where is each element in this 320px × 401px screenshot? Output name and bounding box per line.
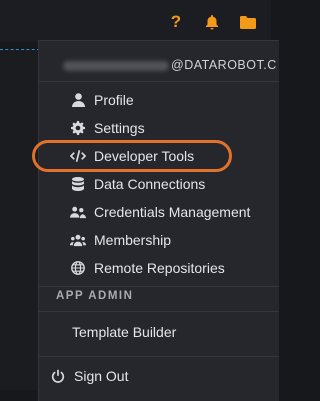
menu-item-label: Remote Repositories: [94, 260, 225, 276]
menu-item-template-builder[interactable]: Template Builder: [72, 324, 176, 340]
menu-item-credentials-management[interactable]: Credentials Management: [39, 198, 279, 226]
menu-item-settings[interactable]: Settings: [39, 114, 279, 142]
menu-item-label: Membership: [94, 232, 172, 248]
bell-icon[interactable]: [199, 12, 225, 32]
group-icon: [70, 232, 86, 248]
divider: [39, 286, 279, 287]
menu-item-membership[interactable]: Membership: [39, 226, 279, 254]
menu-item-label: Data Connections: [94, 176, 206, 192]
sign-out-button[interactable]: Sign Out: [39, 363, 279, 391]
background-panel: [0, 50, 38, 390]
power-icon: [51, 369, 67, 385]
globe-icon: [70, 260, 86, 276]
highlight-annotation: [32, 140, 232, 172]
sign-out-label: Sign Out: [74, 368, 129, 384]
divider: [39, 356, 279, 357]
menu-item-profile[interactable]: Profile: [39, 86, 279, 114]
top-bar: ?: [0, 0, 271, 42]
divider: [39, 311, 279, 312]
section-app-admin: APP ADMIN: [56, 290, 134, 302]
users-key-icon: [70, 204, 86, 220]
gear-icon: [70, 120, 86, 136]
menu-item-label: Profile: [94, 92, 134, 108]
redacted-username: [63, 60, 169, 71]
database-icon: [70, 176, 86, 192]
menu-item-remote-repositories[interactable]: Remote Repositories: [39, 254, 279, 282]
menu-item-label: Settings: [94, 120, 145, 136]
menu-item-data-connections[interactable]: Data Connections: [39, 170, 279, 198]
user-dropdown-menu: @DATAROBOT.C Profile Settings Developer …: [38, 40, 279, 401]
account-email-domain: @DATAROBOT.C: [171, 58, 277, 72]
help-icon[interactable]: ?: [163, 12, 189, 32]
menu-item-label: Credentials Management: [94, 204, 251, 220]
user-icon: [70, 92, 86, 108]
divider: [39, 81, 279, 82]
account-identity: @DATAROBOT.C: [63, 58, 277, 72]
folder-icon[interactable]: [235, 12, 261, 32]
top-icons: ?: [163, 12, 271, 32]
